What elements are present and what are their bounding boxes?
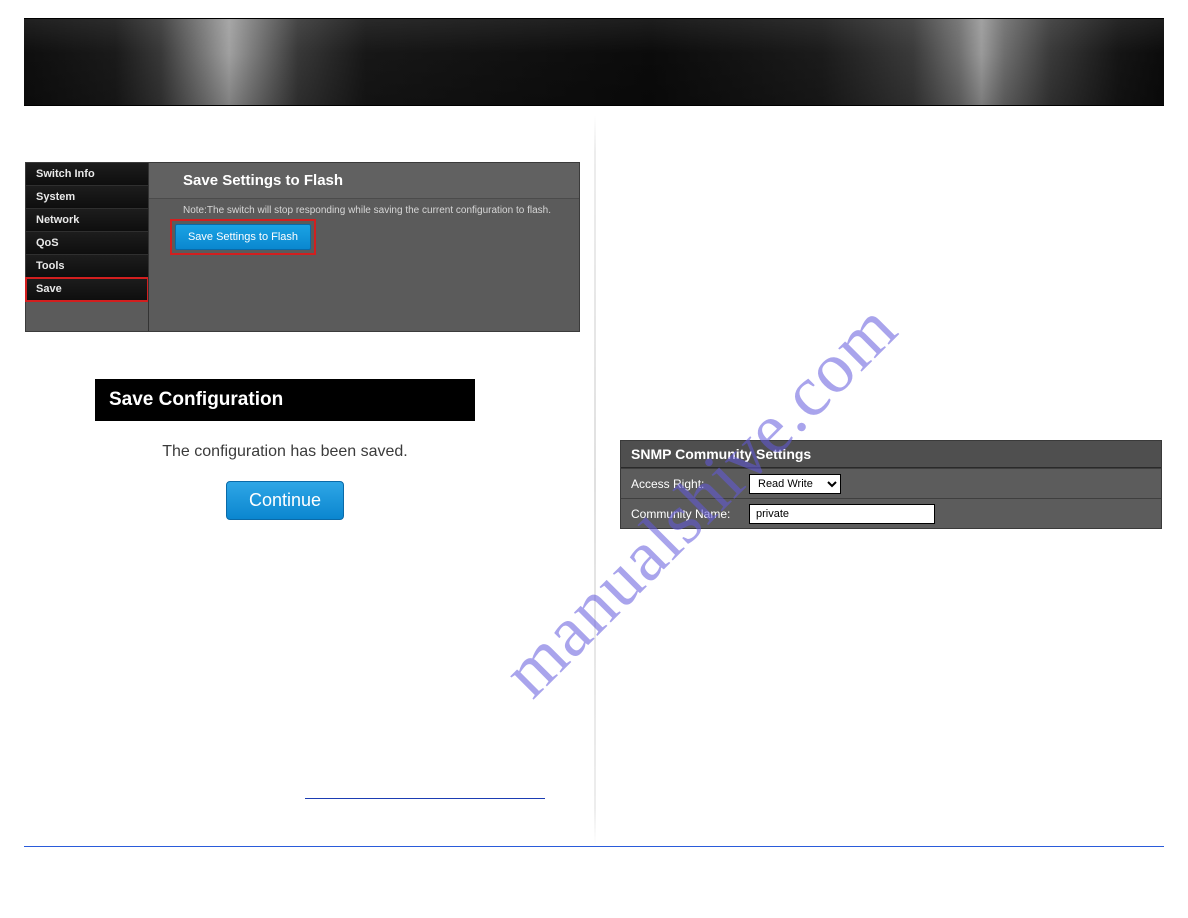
sidebar-item-network[interactable]: Network — [26, 209, 148, 232]
snmp-row-community-name: Community Name: — [621, 498, 1161, 528]
page-divider — [594, 115, 596, 845]
snmp-row-access-right: Access Right: Read Write — [621, 468, 1161, 498]
snmp-panel-title: SNMP Community Settings — [621, 441, 1161, 468]
sidebar-item-qos[interactable]: QoS — [26, 232, 148, 255]
dialog-message: The configuration has been saved. — [105, 443, 465, 461]
sidebar-item-system[interactable]: System — [26, 186, 148, 209]
save-settings-to-flash-button[interactable]: Save Settings to Flash — [175, 224, 311, 250]
sidebar-item-save[interactable]: Save — [26, 278, 148, 301]
save-configuration-dialog: Save Configuration The configuration has… — [95, 379, 475, 548]
header-banner — [24, 18, 1164, 106]
community-name-input[interactable] — [749, 504, 935, 524]
sidebar-item-switch-info[interactable]: Switch Info — [26, 163, 148, 186]
sidebar-item-tools[interactable]: Tools — [26, 255, 148, 278]
save-settings-screenshot: Switch Info System Network QoS Tools Sav… — [26, 163, 579, 331]
dialog-title: Save Configuration — [95, 379, 475, 421]
community-name-label: Community Name: — [621, 507, 749, 521]
save-panel-title: Save Settings to Flash — [149, 163, 579, 199]
save-button-highlight: Save Settings to Flash — [175, 224, 311, 250]
sidebar: Switch Info System Network QoS Tools Sav… — [26, 163, 148, 301]
save-panel: Save Settings to Flash Note:The switch w… — [148, 163, 579, 331]
continue-button[interactable]: Continue — [226, 481, 344, 520]
snmp-community-settings-panel: SNMP Community Settings Access Right: Re… — [620, 440, 1162, 529]
save-panel-note: Note:The switch will stop responding whi… — [149, 199, 579, 216]
access-right-select[interactable]: Read Write — [749, 474, 841, 494]
access-right-label: Access Right: — [621, 477, 749, 491]
bottom-rule — [24, 846, 1164, 847]
blank-link-underline — [305, 798, 545, 799]
